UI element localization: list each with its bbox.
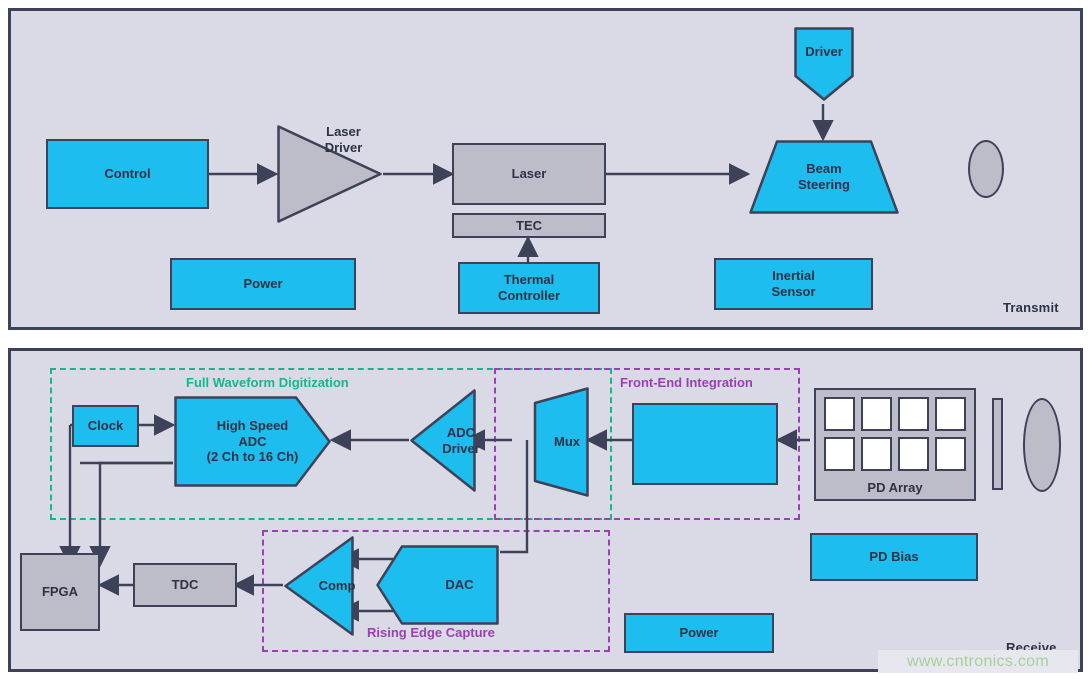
block-adc-driver[interactable]: ADC Driver bbox=[409, 388, 480, 493]
pd-array-grid bbox=[824, 397, 966, 471]
block-thermal-controller[interactable]: Thermal Controller bbox=[458, 262, 600, 314]
rx-optical-filter-icon bbox=[992, 398, 1003, 490]
pd-cell bbox=[824, 397, 855, 431]
group-front-end-label: Front-End Integration bbox=[620, 375, 753, 390]
block-mux[interactable]: Mux bbox=[512, 386, 590, 498]
block-control-label: Control bbox=[104, 166, 151, 182]
block-tdc-label: TDC bbox=[171, 577, 199, 593]
block-beam-steering-label-1: Beam bbox=[806, 161, 842, 177]
block-dac-label: DAC bbox=[445, 577, 474, 593]
block-inertial-sensor[interactable]: Inertial Sensor bbox=[714, 258, 873, 310]
block-tec-label: TEC bbox=[516, 217, 542, 233]
block-tx-power-label: Power bbox=[243, 276, 283, 292]
block-rx-power-label: Power bbox=[679, 625, 719, 641]
block-mux-label: Mux bbox=[554, 434, 580, 450]
block-pd-array[interactable]: PD Array bbox=[814, 388, 976, 501]
block-laser-driver-label-2: Driver bbox=[324, 139, 363, 155]
block-laser-driver[interactable]: Laser Driver bbox=[276, 124, 383, 224]
block-dac[interactable]: DAC bbox=[375, 544, 500, 626]
group-rising-edge-label: Rising Edge Capture bbox=[367, 625, 495, 640]
block-driver-label: Driver bbox=[805, 44, 843, 59]
block-laser[interactable]: Laser bbox=[452, 143, 606, 205]
pd-cell bbox=[824, 437, 855, 471]
block-high-speed-adc-label-1: High Speed bbox=[216, 417, 289, 433]
block-tec[interactable]: TEC bbox=[452, 213, 606, 238]
block-driver[interactable]: Driver bbox=[793, 26, 855, 102]
block-comp-label: Comp bbox=[318, 578, 356, 594]
pd-cell bbox=[898, 397, 929, 431]
pd-cell bbox=[861, 397, 892, 431]
tx-lens-icon bbox=[968, 140, 1004, 198]
rx-lens-icon bbox=[1023, 398, 1061, 492]
block-tia-array[interactable]: TIA Array bbox=[632, 403, 778, 485]
block-pd-bias[interactable]: PD Bias bbox=[810, 533, 978, 581]
block-fpga[interactable]: FPGA bbox=[20, 553, 100, 631]
block-tdc[interactable]: TDC bbox=[133, 563, 237, 607]
pd-cell bbox=[861, 437, 892, 471]
lidar-block-diagram: Control Laser Driver Laser TEC Thermal C… bbox=[0, 0, 1091, 679]
block-rx-power[interactable]: Power bbox=[624, 613, 774, 653]
block-inertial-sensor-label-2: Sensor bbox=[771, 284, 816, 299]
block-thermal-controller-label-2: Controller bbox=[497, 288, 561, 303]
block-high-speed-adc-label-2: ADC bbox=[238, 433, 267, 449]
block-beam-steering-label-2: Steering bbox=[797, 177, 850, 192]
block-beam-steering[interactable]: Beam Steering bbox=[748, 139, 900, 215]
block-laser-label: Laser bbox=[511, 166, 547, 182]
block-clock-label: Clock bbox=[87, 418, 124, 434]
block-high-speed-adc-label-3: (2 Ch to 16 Ch) bbox=[206, 449, 299, 465]
block-control[interactable]: Control bbox=[46, 139, 209, 209]
group-full-waveform-label: Full Waveform Digitization bbox=[186, 375, 349, 390]
block-pd-array-label: PD Array bbox=[867, 480, 923, 495]
block-high-speed-adc[interactable]: High Speed ADC (2 Ch to 16 Ch) bbox=[173, 395, 332, 488]
block-thermal-controller-label-1: Thermal bbox=[503, 272, 555, 288]
block-pd-bias-label: PD Bias bbox=[869, 549, 919, 565]
block-tx-power[interactable]: Power bbox=[170, 258, 356, 310]
pd-cell bbox=[898, 437, 929, 471]
pd-cell bbox=[935, 437, 966, 471]
watermark: www.cntronics.com bbox=[878, 650, 1078, 673]
block-adc-driver-label-1: ADC bbox=[446, 424, 476, 440]
pd-cell bbox=[935, 397, 966, 431]
block-laser-driver-label-1: Laser bbox=[326, 124, 361, 139]
block-comp[interactable]: Comp bbox=[283, 535, 355, 637]
block-clock[interactable]: Clock bbox=[72, 405, 139, 447]
block-fpga-label: FPGA bbox=[41, 584, 79, 600]
block-adc-driver-label-2: Driver bbox=[442, 440, 480, 456]
transmit-panel-label: Transmit bbox=[1003, 300, 1059, 315]
block-inertial-sensor-label-1: Inertial bbox=[772, 268, 815, 284]
